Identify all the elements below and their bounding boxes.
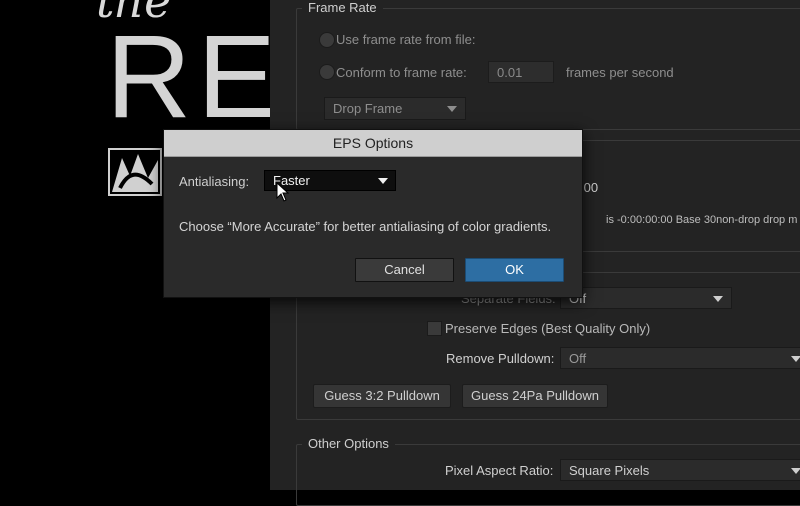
pixel-aspect-ratio-value: Square Pixels: [569, 463, 650, 478]
frame-rate-title: Frame Rate: [302, 0, 383, 15]
ok-button[interactable]: OK: [465, 258, 564, 282]
conform-frame-rate-radio[interactable]: [319, 64, 335, 80]
drop-frame-dropdown[interactable]: Drop Frame: [324, 97, 466, 120]
chevron-down-icon: [378, 178, 388, 184]
separate-fields-dropdown[interactable]: Off: [560, 287, 732, 309]
guess-24pa-pulldown-button[interactable]: Guess 24Pa Pulldown: [462, 384, 608, 408]
conform-frame-rate-input[interactable]: 0.01: [488, 61, 554, 83]
pixel-aspect-ratio-label: Pixel Aspect Ratio:: [445, 463, 554, 478]
preserve-edges-checkbox[interactable]: [427, 321, 442, 336]
artwork-title-text: RE: [106, 11, 282, 143]
eps-options-dialog: EPS Options Antialiasing: Faster Choose …: [163, 129, 583, 298]
chevron-down-icon: [713, 296, 723, 302]
guess-3-2-pulldown-button[interactable]: Guess 3:2 Pulldown: [313, 384, 451, 408]
mouse-pointer-icon: [276, 182, 290, 202]
remove-pulldown-label: Remove Pulldown:: [446, 351, 555, 366]
chevron-down-icon: [791, 356, 800, 362]
chevron-down-icon: [791, 468, 800, 474]
dialog-title: EPS Options: [164, 130, 582, 157]
chevron-down-icon: [447, 106, 457, 112]
cancel-button[interactable]: Cancel: [355, 258, 454, 282]
logo-emblem-icon: [108, 148, 162, 196]
conform-frame-rate-label: Conform to frame rate:: [336, 65, 467, 80]
timecode-base-info: is -0:00:00:00 Base 30non-drop drop m: [606, 214, 798, 226]
drop-frame-value: Drop Frame: [333, 101, 403, 116]
pixel-aspect-ratio-dropdown[interactable]: Square Pixels: [560, 459, 800, 481]
other-options-title: Other Options: [302, 436, 395, 451]
remove-pulldown-value: Off: [569, 351, 587, 366]
antialiasing-label: Antialiasing:: [179, 174, 250, 189]
preserve-edges-label: Preserve Edges (Best Quality Only): [445, 321, 651, 336]
use-frame-rate-from-file-label: Use frame rate from file:: [336, 32, 476, 47]
frames-per-second-label: frames per second: [566, 65, 674, 80]
use-frame-rate-from-file-radio[interactable]: [319, 32, 335, 48]
antialiasing-hint: Choose “More Accurate” for better antial…: [179, 219, 552, 234]
remove-pulldown-dropdown[interactable]: Off: [560, 347, 800, 369]
